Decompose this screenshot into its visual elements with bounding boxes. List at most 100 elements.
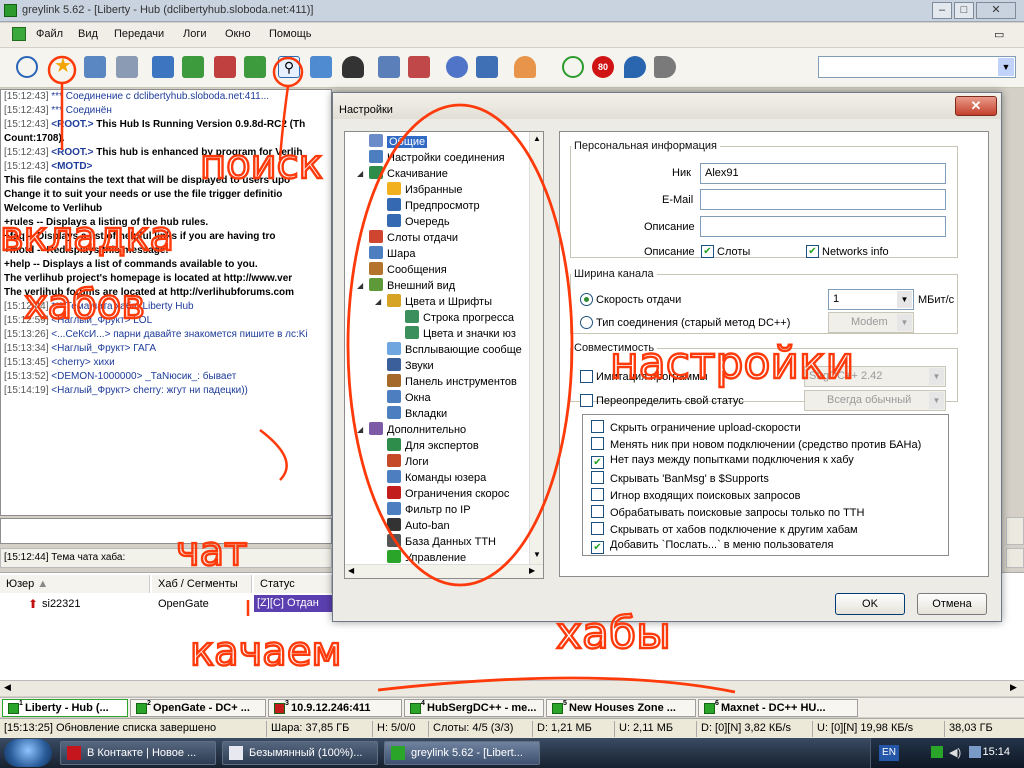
limit-80-icon[interactable]: 80 [592, 56, 614, 78]
finished-icon[interactable] [182, 56, 204, 78]
finished-uploads-icon[interactable] [244, 56, 266, 78]
nick-field[interactable]: Alex91 [700, 163, 946, 184]
settings-tree-item[interactable]: Предпросмотр [387, 198, 480, 214]
option-row[interactable]: Игнор входящих поисковых запросов [591, 488, 801, 502]
cancel-button[interactable]: Отмена [917, 593, 987, 615]
favorites-star-icon[interactable]: ★ [52, 56, 74, 78]
settings-tree-item[interactable]: База Данных TTH [387, 534, 496, 550]
settings-tree-item[interactable]: Строка прогресса [405, 310, 514, 326]
file-list-icon[interactable] [378, 56, 400, 78]
settings-tree-item[interactable]: ◢ Скачивание [357, 166, 448, 182]
menu-transfers[interactable]: Передачи [114, 28, 164, 40]
away-icon[interactable] [562, 56, 584, 78]
option-row[interactable]: Скрывать от хабов подключение к другим х… [591, 522, 858, 536]
settings-close-button[interactable]: ✕ [955, 96, 997, 116]
chevron-down-icon[interactable]: ▼ [897, 291, 912, 308]
menu-help[interactable]: Помощь [269, 28, 312, 40]
chat-nick[interactable]: <ROOT.> [51, 147, 93, 158]
expand-arrow-icon[interactable]: ◢ [357, 166, 365, 182]
settings-tree-item[interactable]: Звуки [387, 358, 434, 374]
settings-tree-item[interactable]: Слоты отдачи [369, 230, 458, 246]
taskbar-button[interactable]: В Контакте | Новое ... [60, 741, 216, 765]
description-field[interactable] [700, 216, 946, 237]
chat-nick[interactable]: <Наглый_Фрукт> [51, 385, 130, 396]
menu-logs[interactable]: Логи [183, 28, 207, 40]
hub-tab[interactable]: 4 HubSergDC++ - me... [404, 699, 544, 717]
users-icon[interactable] [84, 56, 106, 78]
chat-nick[interactable]: <DEMON-1000000> [51, 371, 142, 382]
option-checkbox[interactable] [591, 522, 604, 535]
override-status-checkbox[interactable] [580, 394, 593, 407]
close-button[interactable]: ✕ [976, 2, 1016, 19]
start-button[interactable] [4, 739, 52, 767]
reconnect-icon[interactable] [16, 56, 38, 78]
chevron-down-icon[interactable]: ▼ [998, 58, 1014, 76]
menu-file[interactable]: Файл [36, 28, 63, 40]
option-row[interactable]: ✔ Добавить `Послать...` в меню пользовате… [591, 539, 833, 554]
col-user[interactable]: Юзер ▲ [0, 575, 150, 593]
col-hub-segments[interactable]: Хаб / Сегменты [152, 575, 252, 593]
settings-tree-item[interactable]: ◢ Дополнительно [357, 422, 466, 438]
settings-tree-item[interactable]: Цвета и значки юз [405, 326, 516, 342]
settings-tree-item[interactable]: Окна [387, 390, 431, 406]
settings-tree-item[interactable]: Сообщения [369, 262, 447, 278]
greylink-tray-icon[interactable] [931, 746, 943, 758]
option-row[interactable]: Менять ник при новом подключении (средст… [591, 437, 921, 451]
chat-nick[interactable]: <...СеКсИ...> [51, 329, 110, 340]
minimize-button[interactable]: – [932, 2, 952, 19]
language-indicator[interactable]: EN [879, 745, 899, 761]
option-row[interactable]: ✔ Нет пауз между попытками подключения к … [591, 454, 854, 469]
network-icon[interactable] [969, 746, 981, 758]
col-status[interactable]: Статус [254, 575, 332, 593]
menu-window[interactable]: Окно [225, 28, 251, 40]
upload-speed-radio[interactable] [580, 293, 593, 306]
upload-speed-combo[interactable]: 1 ▼ [828, 289, 914, 310]
settings-tree-item[interactable]: Настройки соединения [369, 150, 505, 166]
hub-tab[interactable]: 3 10.9.12.246:411 [268, 699, 402, 717]
hash-icon[interactable] [476, 56, 498, 78]
option-checkbox[interactable]: ✔ [591, 541, 604, 554]
scroll-right-icon[interactable]: ▶ [1010, 682, 1017, 693]
hub-tab[interactable]: 5 New Houses Zone ... [546, 699, 696, 717]
follow-redirect-icon[interactable] [116, 56, 138, 78]
settings-tree-item[interactable]: Управление [387, 550, 466, 566]
settings-tree-item[interactable]: Вкладки [387, 406, 447, 422]
hub-tab[interactable]: 1 Liberty - Hub (... [2, 699, 128, 717]
hub-options-button[interactable] [1006, 548, 1024, 568]
settings-tree-item[interactable]: ◢ Внешний вид [357, 278, 455, 294]
user-dropdown-icon[interactable] [514, 56, 536, 78]
maximize-button[interactable]: □ [954, 2, 974, 19]
hub-tab[interactable]: 6 Maxnet - DC++ HU... [698, 699, 858, 717]
expand-arrow-icon[interactable]: ◢ [357, 422, 365, 438]
settings-tree-item[interactable]: Очередь [387, 214, 450, 230]
emulate-client-combo[interactable]: StrgDC++ 2.42 ▼ [804, 366, 946, 387]
option-checkbox[interactable] [591, 505, 604, 518]
email-field[interactable] [700, 189, 946, 210]
chat-nick[interactable]: <MOTD> [51, 161, 92, 172]
option-row[interactable]: Обрабатывать поисковые запросы только по… [591, 505, 864, 519]
volume-icon[interactable]: ◀) [949, 746, 961, 759]
chat-nick[interactable]: <Наглый_Фрукт> [51, 315, 130, 326]
settings-icon[interactable] [446, 56, 468, 78]
notepad-icon[interactable] [408, 56, 430, 78]
option-checkbox[interactable] [591, 420, 604, 433]
option-checkbox[interactable] [591, 471, 604, 484]
horizontal-scrollbar[interactable]: ◀ ▶ [0, 680, 1024, 696]
adl-search-icon[interactable] [310, 56, 332, 78]
settings-tree-item[interactable]: ◢ Цвета и Шрифты [375, 294, 492, 310]
flow-icon[interactable] [624, 56, 646, 78]
hub-tab[interactable]: 2 OpenGate - DC+ ... [130, 699, 266, 717]
expand-arrow-icon[interactable]: ◢ [375, 294, 383, 310]
settings-tree-item[interactable]: Команды юзера [387, 470, 486, 486]
emulate-client-checkbox[interactable] [580, 370, 593, 383]
user-list-toggle-button[interactable] [1006, 517, 1024, 545]
chat-nick[interactable]: <Наглый_Фрукт> [51, 343, 130, 354]
connection-type-combo[interactable]: Modem ▼ [828, 312, 914, 333]
option-checkbox[interactable] [591, 437, 604, 450]
option-checkbox[interactable] [591, 488, 604, 501]
option-checkbox[interactable]: ✔ [591, 456, 604, 469]
search-icon[interactable]: ⚲ [278, 56, 300, 78]
app-menu-icon[interactable] [12, 27, 26, 41]
option-row[interactable]: Скрыть ограничение upload-скорости [591, 420, 801, 434]
settings-tree-item[interactable]: Auto-ban [387, 518, 450, 534]
